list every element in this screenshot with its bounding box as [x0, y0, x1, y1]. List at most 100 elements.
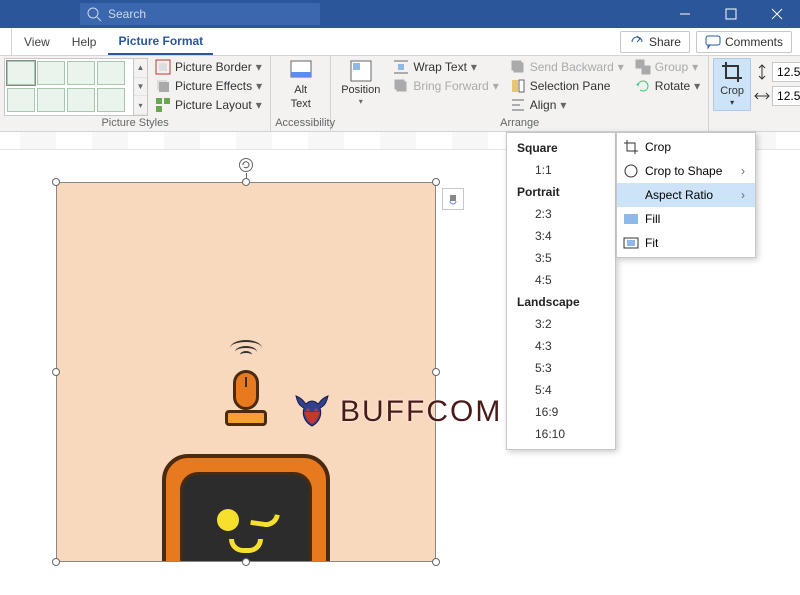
group-arrange: Position▾ Wrap Text▾ Bring Forward▾ Send… [331, 56, 709, 131]
comments-button[interactable]: Comments [696, 31, 792, 53]
position-button[interactable]: Position▾ [335, 58, 386, 109]
crop-button[interactable]: Crop▾ [713, 58, 751, 111]
ratio-4-5[interactable]: 4:5 [507, 269, 615, 291]
ribbon-tabs: View Help Picture Format Share Comments [0, 28, 800, 56]
crop-shape-icon [623, 163, 639, 179]
group-label: Picture Styles [4, 117, 266, 131]
bring-forward-button[interactable]: Bring Forward▾ [389, 77, 502, 95]
resize-handle-br[interactable] [432, 558, 440, 566]
picture-layout-button[interactable]: Picture Layout▾ [151, 96, 266, 114]
layout-options-button[interactable] [442, 188, 464, 210]
crop-menu-fit[interactable]: Fit [617, 231, 755, 255]
group-label-txt: Group [655, 60, 688, 74]
ratio-2-3[interactable]: 2:3 [507, 203, 615, 225]
wrap-text-icon [393, 59, 409, 75]
picture-border-label: Picture Border [175, 60, 252, 74]
align-label: Align [530, 98, 557, 112]
height-input[interactable]: 12.57 cm [772, 62, 800, 82]
ratio-16-10[interactable]: 16:10 [507, 423, 615, 445]
bring-forward-icon [393, 78, 409, 94]
align-icon [510, 97, 526, 113]
send-backward-button[interactable]: Send Backward▾ [506, 58, 628, 76]
alt-text-label-2: Text [291, 98, 311, 110]
style-thumb[interactable] [37, 88, 65, 112]
resize-handle-bl[interactable] [52, 558, 60, 566]
width-input[interactable]: 12.57 cm [772, 86, 800, 106]
style-thumb[interactable] [97, 88, 125, 112]
search-placeholder: Search [108, 7, 146, 21]
align-button[interactable]: Align▾ [506, 96, 628, 114]
resize-handle-tl[interactable] [52, 178, 60, 186]
share-icon [629, 34, 645, 50]
width-icon [754, 88, 770, 104]
width-value: 12.57 cm [777, 89, 800, 103]
ratio-1-1[interactable]: 1:1 [507, 159, 615, 181]
style-thumb[interactable] [67, 61, 95, 85]
picture-effects-button[interactable]: Picture Effects▾ [151, 77, 266, 95]
rotate-button[interactable]: Rotate▾ [631, 77, 704, 95]
minimize-button[interactable] [662, 0, 708, 28]
crop-menu-aspect[interactable]: Aspect Ratio › [617, 183, 755, 207]
position-label: Position [341, 84, 380, 96]
crop-menu-shape[interactable]: Crop to Shape › [617, 159, 755, 183]
resize-handle-l[interactable] [52, 368, 60, 376]
crop-menu-fill[interactable]: Fill [617, 207, 755, 231]
styles-gallery[interactable] [4, 58, 134, 116]
ratio-5-3[interactable]: 5:3 [507, 357, 615, 379]
alt-text-icon [290, 60, 312, 82]
watermark: BUFFCOM [290, 390, 502, 434]
rotate-label: Rotate [655, 79, 690, 93]
tab-help[interactable]: Help [62, 28, 107, 55]
watermark-text: BUFFCOM [340, 395, 502, 429]
close-button[interactable] [754, 0, 800, 28]
crop-icon [623, 139, 639, 155]
comments-label: Comments [725, 35, 783, 49]
tab-view[interactable]: View [14, 28, 60, 55]
group-label: Accessibility [275, 117, 326, 131]
selection-pane-button[interactable]: Selection Pane [506, 77, 628, 95]
bull-logo-icon [290, 390, 334, 434]
group-label: Arrange [335, 117, 704, 131]
group-icon [635, 59, 651, 75]
group-accessibility: Alt Text Accessibility [271, 56, 331, 131]
alt-text-button[interactable]: Alt Text [284, 58, 318, 112]
ratio-header-square: Square [507, 137, 615, 159]
crop-label: Crop [720, 85, 744, 97]
resize-handle-b[interactable] [242, 558, 250, 566]
comment-icon [705, 34, 721, 50]
rotate-handle[interactable] [239, 158, 253, 172]
picture-border-button[interactable]: Picture Border▾ [151, 58, 266, 76]
style-thumb[interactable] [7, 88, 35, 112]
group-button[interactable]: Group▾ [631, 58, 704, 76]
style-thumb[interactable] [97, 61, 125, 85]
style-thumb[interactable] [67, 88, 95, 112]
ratio-16-9[interactable]: 16:9 [507, 401, 615, 423]
alt-text-label-1: Alt [294, 84, 307, 96]
style-thumb[interactable] [7, 61, 35, 85]
tab-picture-format[interactable]: Picture Format [108, 28, 213, 55]
wrap-text-button[interactable]: Wrap Text▾ [389, 58, 502, 76]
resize-handle-tr[interactable] [432, 178, 440, 186]
ratio-5-4[interactable]: 5:4 [507, 379, 615, 401]
maximize-button[interactable] [708, 0, 754, 28]
resize-handle-r[interactable] [432, 368, 440, 376]
gallery-scroll[interactable]: ▲▼▾ [134, 58, 148, 116]
picture-effects-label: Picture Effects [175, 79, 252, 93]
ratio-3-2[interactable]: 3:2 [507, 313, 615, 335]
crop-menu-crop[interactable]: Crop [617, 135, 755, 159]
selected-picture[interactable] [56, 182, 436, 562]
style-thumb[interactable] [37, 61, 65, 85]
search-box[interactable]: Search [80, 3, 320, 25]
chevron-right-icon: › [741, 188, 745, 202]
share-button[interactable]: Share [620, 31, 690, 53]
ratio-4-3[interactable]: 4:3 [507, 335, 615, 357]
ratio-header-landscape: Landscape [507, 291, 615, 313]
fill-icon [623, 211, 639, 227]
position-icon [350, 60, 372, 82]
ratio-3-4[interactable]: 3:4 [507, 225, 615, 247]
bring-forward-label: Bring Forward [413, 79, 488, 93]
aspect-ratio-menu: Square 1:1 Portrait 2:3 3:4 3:5 4:5 Land… [506, 132, 616, 450]
resize-handle-t[interactable] [242, 178, 250, 186]
crop-menu-fill-label: Fill [645, 212, 660, 226]
ratio-3-5[interactable]: 3:5 [507, 247, 615, 269]
